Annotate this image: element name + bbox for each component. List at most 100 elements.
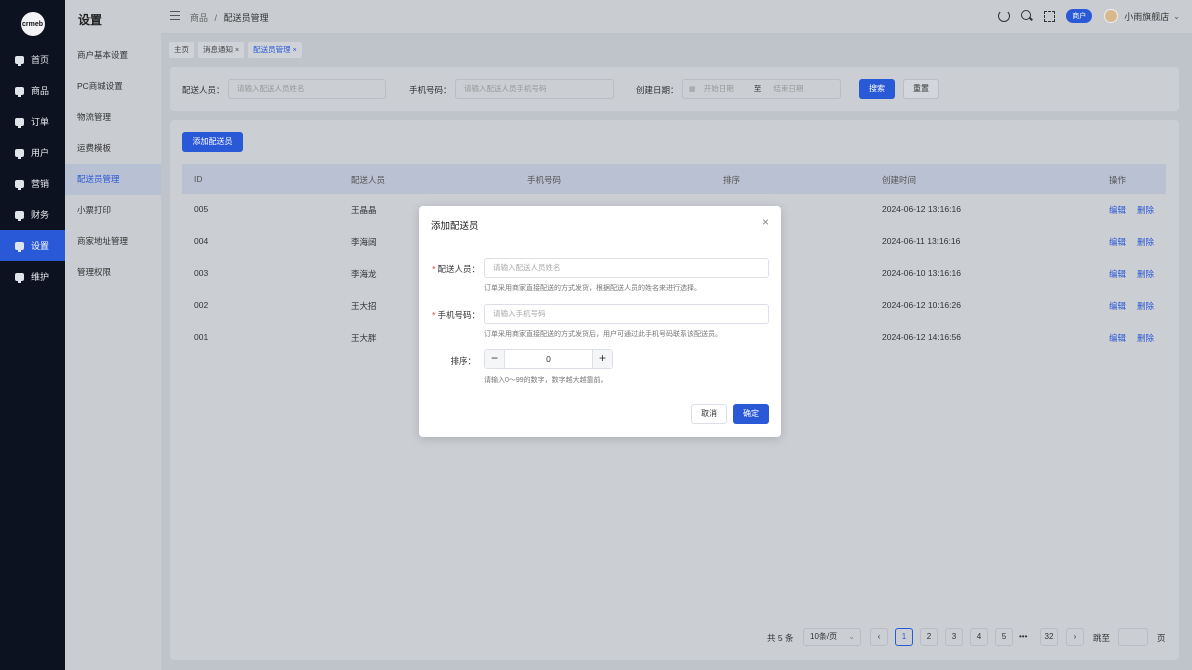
confirm-button[interactable]: 确定 xyxy=(733,404,769,424)
col-id: ID xyxy=(194,174,203,184)
nav-item-7[interactable]: 维护 xyxy=(0,261,65,292)
phone-input[interactable]: 请输入手机号码 xyxy=(484,304,769,324)
edit-link[interactable]: 编辑 xyxy=(1109,268,1126,280)
nav-item-2[interactable]: 订单 xyxy=(0,106,65,137)
sort-stepper: − 0 + xyxy=(484,349,613,369)
close-icon[interactable]: × xyxy=(235,47,239,54)
courier-filter-label: 配送人员： xyxy=(182,85,225,95)
nav-item-5[interactable]: 财务 xyxy=(0,199,65,230)
date-range-input[interactable]: ▦ 开始日期 至 结束日期 xyxy=(682,79,841,99)
page-5[interactable]: 5 xyxy=(995,628,1013,646)
sort-value-input[interactable]: 0 xyxy=(505,350,592,368)
reset-button[interactable]: 重置 xyxy=(903,79,939,99)
delete-link[interactable]: 删除 xyxy=(1137,332,1154,344)
page-1[interactable]: 1 xyxy=(895,628,913,646)
decrement-button[interactable]: − xyxy=(485,350,505,368)
submenu-item-1[interactable]: PC商城设置 xyxy=(65,71,161,102)
submenu-item-2[interactable]: 物流管理 xyxy=(65,102,161,133)
row-courier: 李海阔 xyxy=(351,237,377,247)
avatar[interactable] xyxy=(1104,9,1119,23)
col-courier: 配送人员 xyxy=(351,175,386,185)
pager-ellipsis[interactable]: ••• xyxy=(1019,632,1027,641)
add-courier-dialog: 添加配送员 × * 配送人员： 请输入配送人员姓名 订单采用商家直接配送的方式发货… xyxy=(419,206,781,437)
monitor-icon xyxy=(15,148,24,159)
page-last[interactable]: 32 xyxy=(1040,628,1058,646)
row-created: 2024-06-12 10:16:26 xyxy=(882,300,961,310)
breadcrumb-current: 配送员管理 xyxy=(223,13,269,23)
menu-toggle-icon[interactable] xyxy=(170,11,180,20)
monitor-icon xyxy=(15,117,24,128)
col-created: 创建时间 xyxy=(882,175,917,185)
monitor-icon xyxy=(15,272,24,283)
col-actions: 操作 xyxy=(1109,175,1127,185)
edit-link[interactable]: 编辑 xyxy=(1109,300,1126,312)
row-id: 003 xyxy=(194,268,209,278)
courier-name-input[interactable]: 请输入配送人员姓名 xyxy=(484,258,769,278)
delete-link[interactable]: 删除 xyxy=(1137,268,1154,280)
search-icon[interactable] xyxy=(1021,10,1033,22)
edit-link[interactable]: 编辑 xyxy=(1109,236,1126,248)
row-courier: 李海龙 xyxy=(351,269,377,279)
prev-page-button[interactable]: ‹ xyxy=(870,628,888,646)
nav-item-4[interactable]: 营销 xyxy=(0,168,65,199)
row-id: 005 xyxy=(194,204,209,214)
submenu-item-4[interactable]: 配送员管理 xyxy=(65,164,161,195)
col-phone: 手机号码 xyxy=(527,175,562,185)
breadcrumb-parent[interactable]: 商品 xyxy=(190,13,208,23)
monitor-icon xyxy=(15,86,24,97)
monitor-icon xyxy=(15,210,24,221)
submenu-item-6[interactable]: 商家地址管理 xyxy=(65,226,161,257)
courier-filter-input[interactable]: 请输入配送人员姓名 xyxy=(228,79,386,99)
sort-field-label: 排序： xyxy=(450,356,476,366)
next-page-button[interactable]: › xyxy=(1066,628,1084,646)
page-4[interactable]: 4 xyxy=(970,628,988,646)
row-id: 004 xyxy=(194,236,209,246)
cancel-button[interactable]: 取消 xyxy=(691,404,727,424)
total-count: 共 5 条 xyxy=(767,633,794,643)
page-size-select[interactable]: 10条/页 ⌄ xyxy=(803,628,861,646)
submenu-item-0[interactable]: 商户基本设置 xyxy=(65,40,161,71)
submenu-title: 设置 xyxy=(78,13,103,27)
phone-field-label: * 手机号码： xyxy=(432,310,480,320)
row-created: 2024-06-11 13:16:16 xyxy=(882,236,961,246)
tab-1[interactable]: 消息通知 × xyxy=(198,42,245,58)
monitor-icon xyxy=(15,241,24,252)
jump-page-input[interactable] xyxy=(1118,628,1148,646)
tab-2[interactable]: 配送员管理 × xyxy=(248,42,302,58)
add-courier-button[interactable]: 添加配送员 xyxy=(182,132,243,152)
edit-link[interactable]: 编辑 xyxy=(1109,204,1126,216)
increment-button[interactable]: + xyxy=(592,350,612,368)
delete-link[interactable]: 删除 xyxy=(1137,300,1154,312)
chevron-down-icon[interactable]: ⌄ xyxy=(1173,12,1180,21)
user-name[interactable]: 小雨旗舰店 xyxy=(1124,10,1169,23)
page-3[interactable]: 3 xyxy=(945,628,963,646)
submenu-item-5[interactable]: 小票打印 xyxy=(65,195,161,226)
nav-item-1[interactable]: 商品 xyxy=(0,75,65,106)
row-id: 002 xyxy=(194,300,209,310)
refresh-icon[interactable] xyxy=(998,10,1011,22)
nav-item-6[interactable]: 设置 xyxy=(0,230,65,261)
phone-filter-label: 手机号码： xyxy=(409,85,452,95)
search-button[interactable]: 搜索 xyxy=(859,79,895,99)
jump-label: 跳至 xyxy=(1093,633,1111,643)
edit-link[interactable]: 编辑 xyxy=(1109,332,1126,344)
row-created: 2024-06-12 13:16:16 xyxy=(882,204,961,214)
tab-0[interactable]: 主页 xyxy=(169,42,194,58)
date-filter-label: 创建日期： xyxy=(636,85,679,95)
phone-filter-input[interactable]: 请输入配送人员手机号码 xyxy=(455,79,614,99)
monitor-icon xyxy=(15,55,24,66)
main-nav: crmeb 首页 商品 订单 用户 营销 财务 设置 维护 xyxy=(0,0,65,670)
nav-item-0[interactable]: 首页 xyxy=(0,44,65,75)
calendar-icon: ▦ xyxy=(689,86,696,93)
close-icon[interactable]: × xyxy=(762,215,769,229)
submenu-item-7[interactable]: 管理权限 xyxy=(65,257,161,288)
table-header: ID 配送人员 手机号码 排序 创建时间 操作 xyxy=(182,164,1166,194)
col-sort: 排序 xyxy=(723,175,741,185)
delete-link[interactable]: 删除 xyxy=(1137,204,1154,216)
fullscreen-icon[interactable] xyxy=(1044,10,1056,22)
delete-link[interactable]: 删除 xyxy=(1137,236,1154,248)
page-2[interactable]: 2 xyxy=(920,628,938,646)
close-icon[interactable]: × xyxy=(293,47,297,54)
nav-item-3[interactable]: 用户 xyxy=(0,137,65,168)
submenu-item-3[interactable]: 运费模板 xyxy=(65,133,161,164)
